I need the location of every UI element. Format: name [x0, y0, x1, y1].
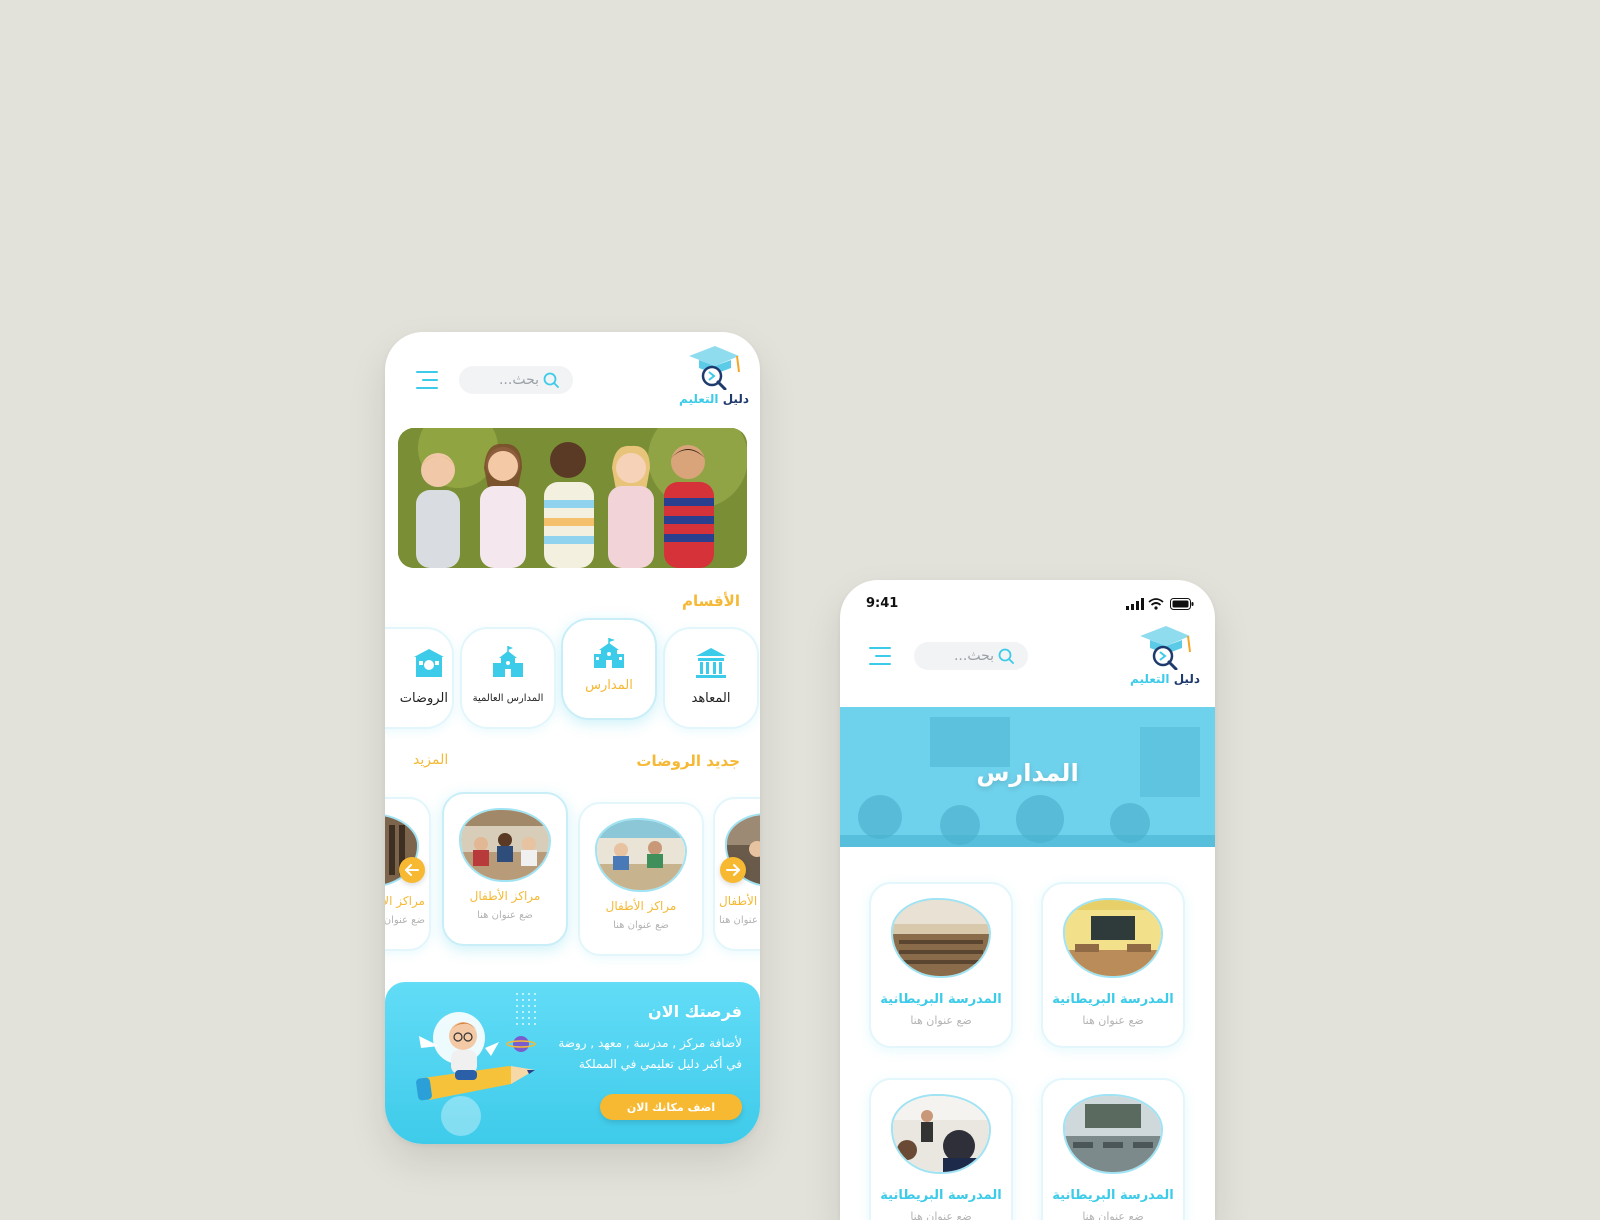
institute-icon [696, 648, 726, 678]
item-subtitle: ضع عنوان هنا [477, 910, 533, 921]
page-title: المدارس [976, 759, 1079, 787]
app-logo: دليل التعليم [1130, 622, 1200, 686]
add-place-button[interactable]: اضف مكانك الان [600, 1094, 742, 1120]
category-kindergartens[interactable]: الروضات [385, 627, 454, 729]
prev-arrow-button[interactable] [399, 857, 425, 883]
schools-screen: 9:41 دليل الت [840, 580, 1215, 1220]
search-bar[interactable] [914, 642, 1028, 670]
home-screen: دليل التعليم [385, 332, 760, 1144]
search-bar[interactable] [459, 366, 573, 394]
battery-icon [1170, 598, 1194, 610]
school-name: المدرسة البريطانية [880, 1188, 1002, 1203]
graduation-cap-magnifier-icon [689, 346, 740, 390]
school-image [1063, 1094, 1163, 1174]
logo-text-part1: دليل [722, 392, 749, 406]
graduation-cap-magnifier-icon [1140, 626, 1191, 670]
school-image [1063, 898, 1163, 978]
school-subtitle: ضع عنوان هنا [1082, 1210, 1144, 1220]
promo-line-2: في أكبر دليل تعليمي في المملكة [578, 1057, 742, 1071]
category-label: المدارس [585, 678, 633, 693]
promo-title: فرصتك الان [648, 1002, 742, 1021]
kindergarten-icon [414, 649, 444, 677]
category-label: الروضات [399, 691, 448, 706]
category-schools[interactable]: المدارس [561, 618, 657, 720]
logo-text-part1: دليل [1173, 672, 1200, 686]
category-institutes[interactable]: المعاهد [663, 627, 759, 729]
school-image [891, 1094, 991, 1174]
logo-text-part2: التعليم [1130, 672, 1170, 686]
school-name: المدرسة البريطانية [1052, 992, 1174, 1007]
item-image [459, 808, 551, 882]
arrow-right-icon [726, 864, 740, 876]
international-school-icon [493, 646, 523, 677]
hamburger-menu-icon[interactable] [865, 647, 891, 667]
item-subtitle: ضع عنوان هنا [385, 915, 425, 926]
search-input[interactable] [922, 642, 994, 670]
school-card[interactable]: المدرسة البريطانية ضع عنوان هنا [869, 1078, 1013, 1220]
new-kindergartens-title: جديد الروضات [636, 752, 740, 770]
school-icon [594, 638, 624, 668]
category-label: المعاهد [691, 691, 731, 706]
item-name: مراكز الأطفال [385, 894, 425, 908]
school-name: المدرسة البريطانية [1052, 1188, 1174, 1203]
hamburger-menu-icon[interactable] [412, 371, 438, 391]
boy-on-pencil-illustration [416, 1012, 536, 1136]
school-subtitle: ضع عنوان هنا [910, 1014, 972, 1027]
category-label: المدارس العالمية [472, 693, 544, 704]
promo-card: فرصتك الان لأضافة مركز , مدرسة , معهد , … [385, 982, 760, 1144]
list-item[interactable]: مراكز الأطفال ضع عنوان هنا [578, 802, 704, 956]
hero-banner-image [398, 428, 747, 568]
item-name: مراكز الأطفال [469, 889, 541, 903]
more-link[interactable]: المزيد [413, 752, 448, 768]
school-subtitle: ضع عنوان هنا [910, 1210, 972, 1220]
arrow-left-icon [405, 864, 419, 876]
schools-hero-banner: المدارس [840, 707, 1215, 847]
wifi-icon [1148, 598, 1164, 610]
search-icon [998, 648, 1014, 664]
school-name: المدرسة البريطانية [880, 992, 1002, 1007]
logo-text-part2: التعليم [679, 392, 719, 406]
logo-text: دليل التعليم [679, 392, 749, 406]
school-subtitle: ضع عنوان هنا [1082, 1014, 1144, 1027]
signal-icon [1126, 598, 1144, 610]
item-name: مراكز الأطفال [719, 894, 760, 908]
item-name: مراكز الأطفال [605, 899, 677, 913]
search-input[interactable] [467, 366, 539, 394]
item-image [595, 818, 687, 892]
status-time: 9:41 [866, 596, 899, 611]
categories-title: الأقسام [681, 592, 740, 610]
list-item[interactable]: مراكز الأطفال ضع عنوان هنا [442, 792, 568, 946]
item-subtitle: ضع عنوان هنا [613, 920, 669, 931]
logo-text: دليل التعليم [1130, 672, 1200, 686]
promo-line-1: لأضافة مركز , مدرسة , معهد , روضة [558, 1036, 742, 1050]
school-card[interactable]: المدرسة البريطانية ضع عنوان هنا [1041, 882, 1185, 1048]
next-arrow-button[interactable] [720, 857, 746, 883]
app-logo: دليل التعليم [679, 342, 749, 406]
item-subtitle: ضع عنوان هنا [719, 915, 760, 926]
search-icon [543, 372, 559, 388]
category-international-schools[interactable]: المدارس العالمية [460, 627, 556, 729]
school-image [891, 898, 991, 978]
school-card[interactable]: المدرسة البريطانية ضع عنوان هنا [1041, 1078, 1185, 1220]
school-card[interactable]: المدرسة البريطانية ضع عنوان هنا [869, 882, 1013, 1048]
kids-photo [398, 428, 747, 568]
